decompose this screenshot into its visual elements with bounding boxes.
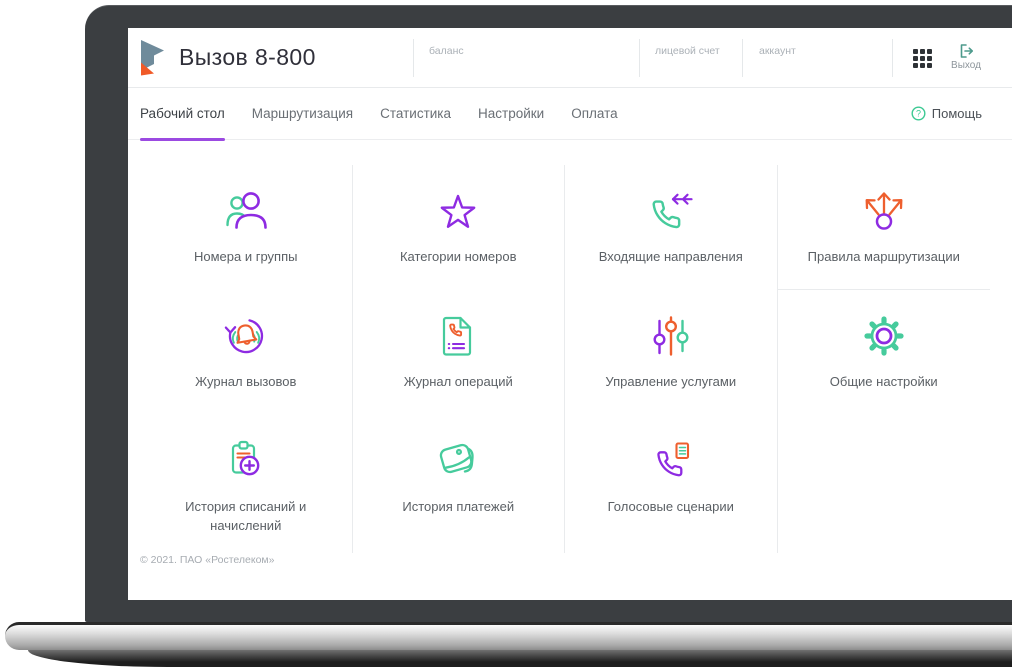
balance-field-label: баланс bbox=[429, 45, 464, 57]
operations-document-icon bbox=[430, 308, 486, 364]
laptop-mockup: Вызов 8-800 баланс лицевой счет аккаунт bbox=[0, 0, 1012, 667]
clipboard-plus-icon bbox=[218, 433, 274, 489]
logout-label: Выход bbox=[951, 60, 981, 71]
tile-routing-rules[interactable]: Правила маршрутизации bbox=[777, 165, 990, 290]
incoming-call-icon bbox=[643, 183, 699, 239]
tile-label: Управление услугами bbox=[605, 374, 737, 389]
users-icon bbox=[218, 183, 274, 239]
wallet-icon bbox=[430, 433, 486, 489]
tile-label: Журнал вызовов bbox=[195, 374, 297, 389]
tile-label: Правила маршрутизации bbox=[807, 249, 960, 264]
tile-label: Номера и группы bbox=[194, 249, 298, 264]
tile-voice-scenarios[interactable]: Голосовые сценарии bbox=[565, 415, 778, 553]
tile-label: Входящие направления bbox=[598, 249, 743, 264]
settings-gear-icon bbox=[856, 308, 912, 364]
star-icon bbox=[430, 183, 486, 239]
header-divider bbox=[413, 39, 414, 77]
tab-routing[interactable]: Маршрутизация bbox=[252, 88, 353, 139]
tile-numbers-and-groups[interactable]: Номера и группы bbox=[140, 165, 353, 290]
tile-label: Общие настройки bbox=[829, 374, 938, 389]
tab-settings[interactable]: Настройки bbox=[478, 88, 544, 139]
sliders-icon bbox=[643, 308, 699, 364]
routing-arrows-icon bbox=[856, 183, 912, 239]
main-nav: Рабочий стол Маршрутизация Статистика На… bbox=[128, 88, 1012, 141]
tile-number-categories[interactable]: Категории номеров bbox=[353, 165, 565, 290]
copyright-text: © 2021. ПАО «Ростелеком» bbox=[140, 554, 275, 566]
tab-statistics[interactable]: Статистика bbox=[380, 88, 451, 139]
tab-desktop[interactable]: Рабочий стол bbox=[140, 88, 225, 141]
laptop-screen: Вызов 8-800 баланс лицевой счет аккаунт bbox=[128, 28, 1012, 600]
app-title: Вызов 8-800 bbox=[179, 44, 316, 70]
tile-label: История списаний и начислений bbox=[185, 499, 307, 533]
tile-label: Голосовые сценарии bbox=[607, 499, 734, 514]
question-circle-icon: ? bbox=[911, 106, 926, 121]
tile-operations-log[interactable]: Журнал операций bbox=[353, 290, 565, 415]
tile-service-management[interactable]: Управление услугами bbox=[565, 290, 778, 415]
call-log-bell-icon bbox=[218, 308, 274, 364]
header-divider bbox=[892, 39, 893, 77]
laptop-base bbox=[5, 622, 1012, 650]
tile-label: Журнал операций bbox=[403, 374, 513, 389]
logout-icon bbox=[943, 43, 989, 59]
help-button[interactable]: ? Помощь bbox=[911, 88, 982, 139]
svg-text:?: ? bbox=[916, 109, 921, 119]
nav-tabs: Рабочий стол Маршрутизация Статистика На… bbox=[140, 88, 645, 141]
laptop-base-shadow bbox=[28, 650, 1012, 667]
header-divider bbox=[639, 39, 640, 77]
tile-payments-history[interactable]: История платежей bbox=[353, 415, 565, 553]
apps-grid-icon[interactable] bbox=[913, 49, 932, 68]
app-header: Вызов 8-800 баланс лицевой счет аккаунт bbox=[128, 28, 1012, 88]
tile-label: Категории номеров bbox=[399, 249, 517, 264]
brand-logo-icon bbox=[138, 39, 166, 76]
tile-charges-history[interactable]: История списаний и начислений bbox=[140, 415, 353, 553]
personal-account-field-label: лицевой счет bbox=[655, 45, 720, 57]
tile-call-log[interactable]: Журнал вызовов bbox=[140, 290, 353, 415]
help-label: Помощь bbox=[931, 106, 982, 121]
tile-label: История платежей bbox=[402, 499, 515, 514]
tile-general-settings[interactable]: Общие настройки bbox=[778, 290, 991, 415]
logout-button[interactable]: Выход bbox=[943, 43, 989, 71]
account-field-label: аккаунт bbox=[759, 45, 796, 57]
tab-payment[interactable]: Оплата bbox=[571, 88, 617, 139]
dashboard-grid: Номера и группы Категории номеров Входящ… bbox=[140, 165, 990, 553]
voice-script-phone-icon bbox=[643, 433, 699, 489]
header-divider bbox=[742, 39, 743, 77]
tile-incoming-directions[interactable]: Входящие направления bbox=[565, 165, 778, 290]
